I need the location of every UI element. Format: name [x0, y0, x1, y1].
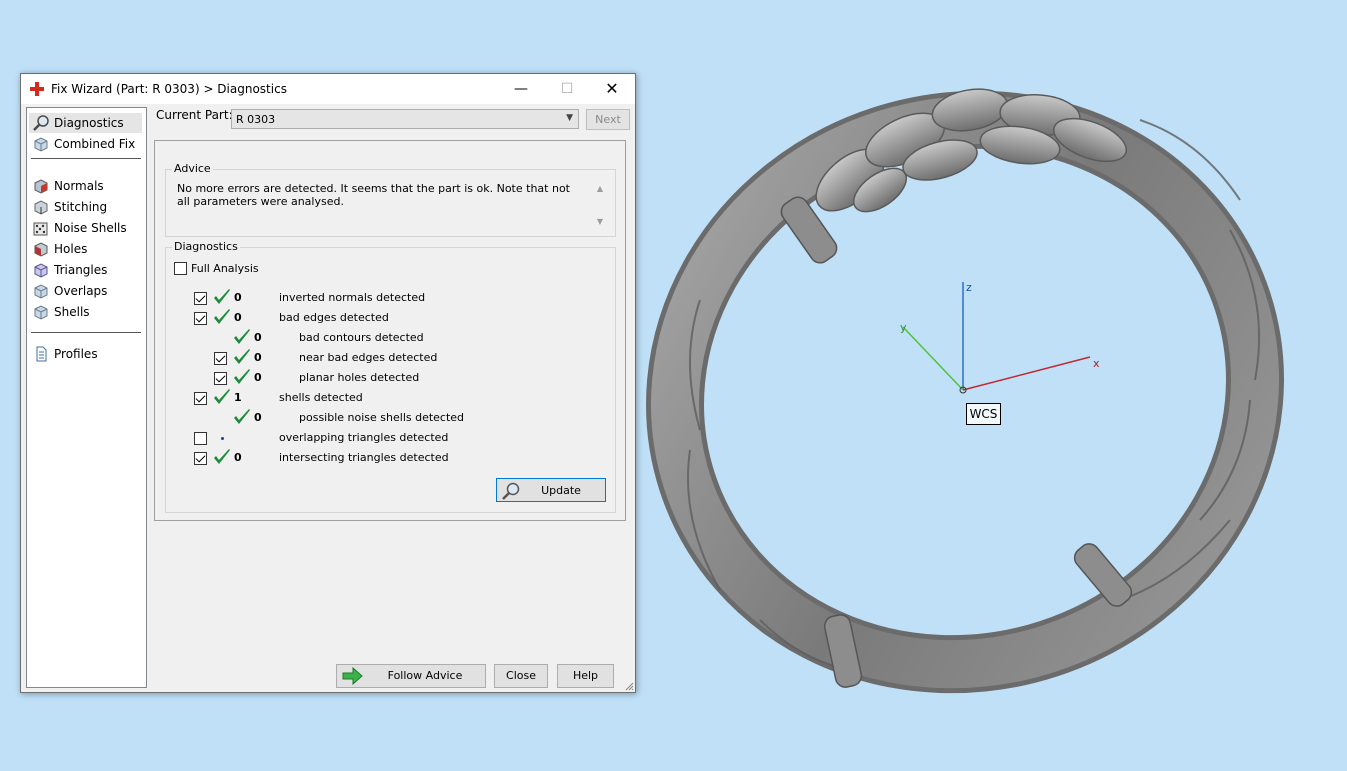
diagnostic-label: overlapping triangles detected	[279, 431, 449, 444]
wcs-label: WCS	[966, 403, 1001, 425]
follow-advice-button[interactable]: Follow Advice	[336, 664, 486, 688]
diagnostic-label: intersecting triangles detected	[279, 451, 449, 464]
minimize-button[interactable]: —	[498, 74, 544, 104]
diagnostic-row: 0 planar holes detected	[21, 369, 493, 387]
current-part-label: Current Part:	[156, 108, 233, 122]
resize-grip-icon[interactable]	[624, 681, 634, 691]
nav-label: Combined Fix	[54, 137, 136, 151]
maximize-button[interactable]: ☐	[544, 74, 590, 104]
diagnostic-label: planar holes detected	[299, 371, 420, 384]
nav-label: Holes	[54, 242, 88, 256]
diagnostic-label: inverted normals detected	[279, 291, 426, 304]
axis-y-label: y	[900, 321, 907, 334]
app-cross-icon	[30, 82, 44, 96]
magnifier-icon	[33, 115, 49, 131]
nav-item-stitching[interactable]: Stitching	[29, 197, 142, 217]
nav-item-holes[interactable]: Holes	[29, 239, 142, 259]
help-button[interactable]: Help	[557, 664, 614, 688]
cube-icon	[34, 137, 48, 152]
nav-item-noise-shells[interactable]: Noise Shells	[29, 218, 142, 238]
diagnostic-row: 1 shells detected	[21, 389, 493, 407]
diagnostic-count: 0	[234, 291, 242, 304]
diagnostic-label: possible noise shells detected	[299, 411, 465, 424]
green-check-icon	[234, 409, 250, 424]
nav-label: Diagnostics	[54, 116, 124, 130]
diagnostic-label: near bad edges detected	[299, 351, 438, 364]
diagnostic-row: 0 inverted normals detected	[21, 289, 493, 307]
nav-item-normals[interactable]: Normals	[29, 176, 142, 196]
green-check-icon	[234, 349, 250, 364]
unknown-status-dot	[221, 437, 224, 440]
nav-label: Stitching	[54, 200, 108, 214]
normals-cube-icon	[34, 179, 48, 194]
nav-separator	[31, 158, 141, 159]
diagnostic-row: 0 bad edges detected	[21, 309, 493, 327]
window-title: Fix Wizard (Part: R 0303) > Diagnostics	[51, 82, 287, 96]
nav-item-diagnostics[interactable]: Diagnostics	[29, 113, 142, 133]
diagnostic-checkbox[interactable]	[194, 432, 207, 445]
diagnostic-row: 0 possible noise shells detected	[21, 409, 493, 427]
close-button[interactable]: Close	[494, 664, 548, 688]
diagnostic-count: 0	[254, 331, 262, 344]
scroll-down-icon[interactable]: ▼	[592, 217, 608, 226]
green-check-icon	[214, 449, 230, 464]
diagnostic-checkbox[interactable]	[194, 452, 207, 465]
diagnostic-row: overlapping triangles detected	[21, 429, 493, 447]
nav-label: Noise Shells	[54, 221, 127, 235]
diagnostic-row: 0 intersecting triangles detected	[21, 449, 493, 467]
axis-z-label: z	[966, 281, 972, 294]
nav-label: Normals	[54, 179, 104, 193]
scroll-up-icon[interactable]: ▲	[592, 184, 608, 193]
axis-triad: z y x	[900, 281, 1100, 394]
green-check-icon	[214, 309, 230, 324]
next-button[interactable]: Next	[586, 109, 630, 130]
diagnostic-count: 0	[234, 311, 242, 324]
advice-textbox[interactable]: No more errors are detected. It seems th…	[170, 180, 608, 230]
diagnostic-count: 0	[254, 411, 262, 424]
close-window-button[interactable]: ✕	[589, 74, 635, 104]
diagnostic-label: bad contours detected	[299, 331, 424, 344]
diagnostic-label: bad edges detected	[279, 311, 389, 324]
green-check-icon	[234, 369, 250, 384]
nav-item-combined-fix[interactable]: Combined Fix	[29, 134, 142, 154]
fix-wizard-dialog: Fix Wizard (Part: R 0303) > Diagnostics …	[20, 73, 636, 693]
holes-cube-icon	[34, 242, 48, 257]
advice-group: Advice No more errors are detected. It s…	[165, 162, 616, 237]
advice-text: No more errors are detected. It seems th…	[177, 182, 570, 208]
diagnostic-checkbox[interactable]	[214, 372, 227, 385]
green-arrow-icon	[342, 667, 363, 685]
update-button[interactable]: Update	[496, 478, 606, 502]
title-bar[interactable]: Fix Wizard (Part: R 0303) > Diagnostics …	[21, 74, 635, 104]
green-check-icon	[214, 289, 230, 304]
green-check-icon	[214, 389, 230, 404]
diagnostic-row: 0 bad contours detected	[21, 329, 493, 347]
stitching-cube-icon	[34, 200, 48, 215]
noise-shells-icon	[33, 222, 48, 236]
diagnostic-checkbox[interactable]	[194, 292, 207, 305]
diagnostic-count: 0	[254, 371, 262, 384]
update-label: Update	[541, 484, 581, 497]
diagnostic-row: 0 near bad edges detected	[21, 349, 493, 367]
nav-label: Triangles	[54, 263, 108, 277]
diagnostic-count: 1	[234, 391, 242, 404]
diagnostic-checkbox[interactable]	[214, 352, 227, 365]
axis-x-label: x	[1093, 357, 1100, 370]
diagnostic-label: shells detected	[279, 391, 363, 404]
diagnostic-count: 0	[254, 351, 262, 364]
current-part-value: R 0303	[236, 113, 276, 126]
green-check-icon	[234, 329, 250, 344]
full-analysis-label: Full Analysis	[191, 262, 259, 275]
diagnostics-title: Diagnostics	[172, 240, 240, 253]
triangles-cube-icon	[34, 263, 48, 278]
current-part-select[interactable]: R 0303 ▼	[231, 109, 579, 129]
follow-advice-label: Follow Advice	[387, 669, 463, 682]
chevron-down-icon: ▼	[566, 113, 573, 123]
advice-title: Advice	[172, 162, 213, 175]
diagnostic-checkbox[interactable]	[194, 392, 207, 405]
diagnostic-count: 0	[234, 451, 242, 464]
diagnostic-checkbox[interactable]	[194, 312, 207, 325]
nav-item-triangles[interactable]: Triangles	[29, 260, 142, 280]
full-analysis-checkbox[interactable]	[174, 262, 187, 275]
advice-scrollbar[interactable]: ▲ ▼	[592, 180, 608, 230]
